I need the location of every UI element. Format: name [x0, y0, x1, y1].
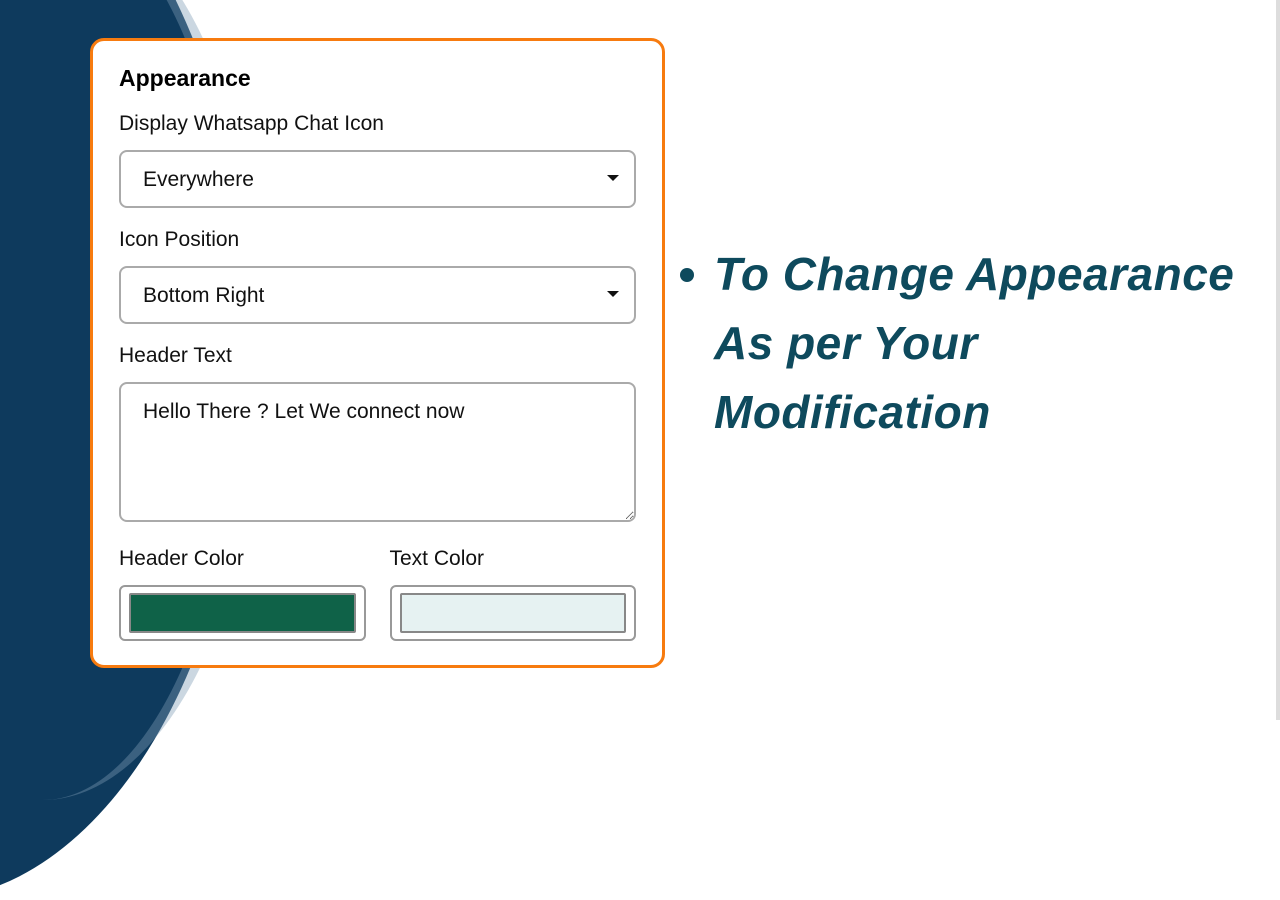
text-color-picker[interactable]: [390, 585, 637, 641]
panel-title: Appearance: [119, 65, 636, 92]
icon-position-select-wrapper: Bottom Right: [119, 266, 636, 324]
header-text-textarea[interactable]: [119, 382, 636, 522]
display-icon-select-wrapper: Everywhere: [119, 150, 636, 208]
content-wrapper: Appearance Display Whatsapp Chat Icon Ev…: [0, 0, 1280, 720]
display-icon-select[interactable]: Everywhere: [119, 150, 636, 208]
icon-position-label: Icon Position: [119, 228, 636, 252]
bullet-list: To Change Appearance As per Your Modific…: [680, 240, 1240, 447]
header-text-label: Header Text: [119, 344, 636, 368]
header-color-label: Header Color: [119, 547, 366, 571]
display-icon-label: Display Whatsapp Chat Icon: [119, 112, 636, 136]
header-color-group: Header Color: [119, 547, 366, 641]
header-text-field-group: Header Text: [119, 344, 636, 527]
header-color-swatch: [129, 593, 356, 633]
bullet-item: To Change Appearance As per Your Modific…: [680, 240, 1240, 447]
icon-position-select[interactable]: Bottom Right: [119, 266, 636, 324]
bullet-text: To Change Appearance As per Your Modific…: [714, 240, 1240, 447]
text-color-label: Text Color: [390, 547, 637, 571]
info-panel: To Change Appearance As per Your Modific…: [680, 240, 1240, 447]
header-color-picker[interactable]: [119, 585, 366, 641]
text-color-group: Text Color: [390, 547, 637, 641]
bullet-icon: [680, 268, 694, 282]
display-icon-field-group: Display Whatsapp Chat Icon Everywhere: [119, 112, 636, 208]
text-color-swatch: [400, 593, 627, 633]
icon-position-field-group: Icon Position Bottom Right: [119, 228, 636, 324]
appearance-panel: Appearance Display Whatsapp Chat Icon Ev…: [90, 38, 665, 668]
color-row: Header Color Text Color: [119, 547, 636, 641]
